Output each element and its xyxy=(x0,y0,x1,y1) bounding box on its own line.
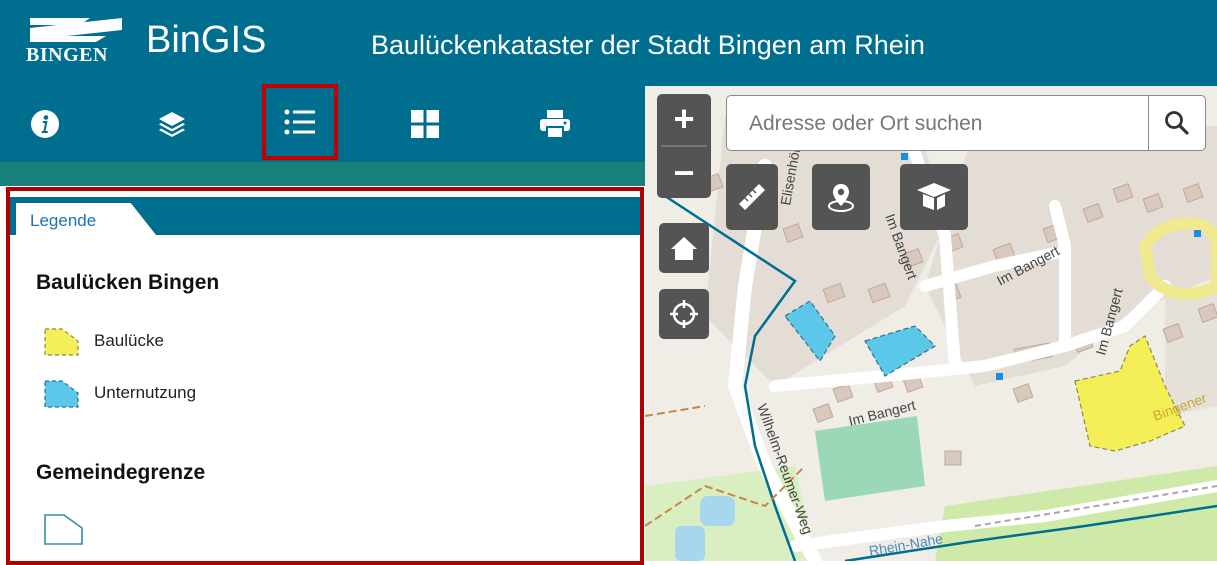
search-input[interactable] xyxy=(747,108,1141,140)
measure-button[interactable] xyxy=(726,164,778,230)
legend-item-baulucke: Baulücke xyxy=(42,323,164,359)
ruler-icon xyxy=(739,184,765,210)
boundary-swatch-icon xyxy=(44,514,83,545)
app-header: BINGEN BinGIS Baulückenkataster der Stad… xyxy=(0,0,1217,86)
tab-label: Legende xyxy=(30,211,97,230)
search-box xyxy=(726,95,1149,151)
locate-button[interactable] xyxy=(659,289,709,339)
legend-group-title: Gemeindegrenze xyxy=(36,461,206,484)
legend-panel: Legende Baulücken Bingen Baulücke Untern… xyxy=(6,187,644,565)
crosshair-icon xyxy=(670,300,698,328)
zoom-divider xyxy=(661,145,707,147)
marker-button[interactable] xyxy=(812,164,870,230)
search-icon xyxy=(1165,111,1189,135)
zoom-in-button[interactable]: + xyxy=(657,94,711,144)
search-button[interactable] xyxy=(1148,95,1206,151)
polygon-swatch-icon xyxy=(44,328,79,356)
layers-button[interactable] xyxy=(142,94,202,154)
app-subtitle: Baulückenkataster der Stadt Bingen am Rh… xyxy=(371,30,925,60)
legend-item-gemeindegrenze xyxy=(42,511,84,547)
print-button[interactable] xyxy=(525,94,585,154)
zoom-out-button[interactable]: − xyxy=(657,148,711,198)
tutorial-button[interactable] xyxy=(900,164,968,230)
legend-group-title: Baulücken Bingen xyxy=(36,271,220,294)
info-icon xyxy=(31,110,59,138)
logo-text: BINGEN xyxy=(26,44,108,66)
home-button[interactable] xyxy=(659,223,709,273)
zoom-control: + − xyxy=(657,94,711,198)
info-button[interactable] xyxy=(15,94,75,154)
graduation-cap-icon xyxy=(917,183,951,210)
tab-legende[interactable]: Legende xyxy=(16,203,156,235)
legend-item-unternutzung: Unternutzung xyxy=(42,375,196,411)
polygon-swatch-icon xyxy=(44,380,79,408)
map-view[interactable]: Elisenhöhe Im Bangert Im Bangert Im Bang… xyxy=(645,86,1217,561)
layers-icon xyxy=(159,112,185,137)
toolbar-underline xyxy=(0,162,645,186)
grid-icon xyxy=(411,110,439,138)
printer-icon xyxy=(540,110,570,139)
list-icon xyxy=(284,109,315,135)
toolbar xyxy=(0,84,645,162)
panel-tabbar: Legende xyxy=(10,197,640,235)
legend-item-label: Unternutzung xyxy=(94,383,197,402)
basemap-button[interactable] xyxy=(395,94,455,154)
map-pin-icon xyxy=(828,184,854,212)
map-canvas[interactable]: Elisenhöhe Im Bangert Im Bangert Im Bang… xyxy=(645,86,1217,561)
legend-button[interactable] xyxy=(262,84,338,160)
app-title: BinGIS xyxy=(146,19,267,61)
legend-item-label: Baulücke xyxy=(94,331,164,350)
home-icon xyxy=(671,237,697,260)
